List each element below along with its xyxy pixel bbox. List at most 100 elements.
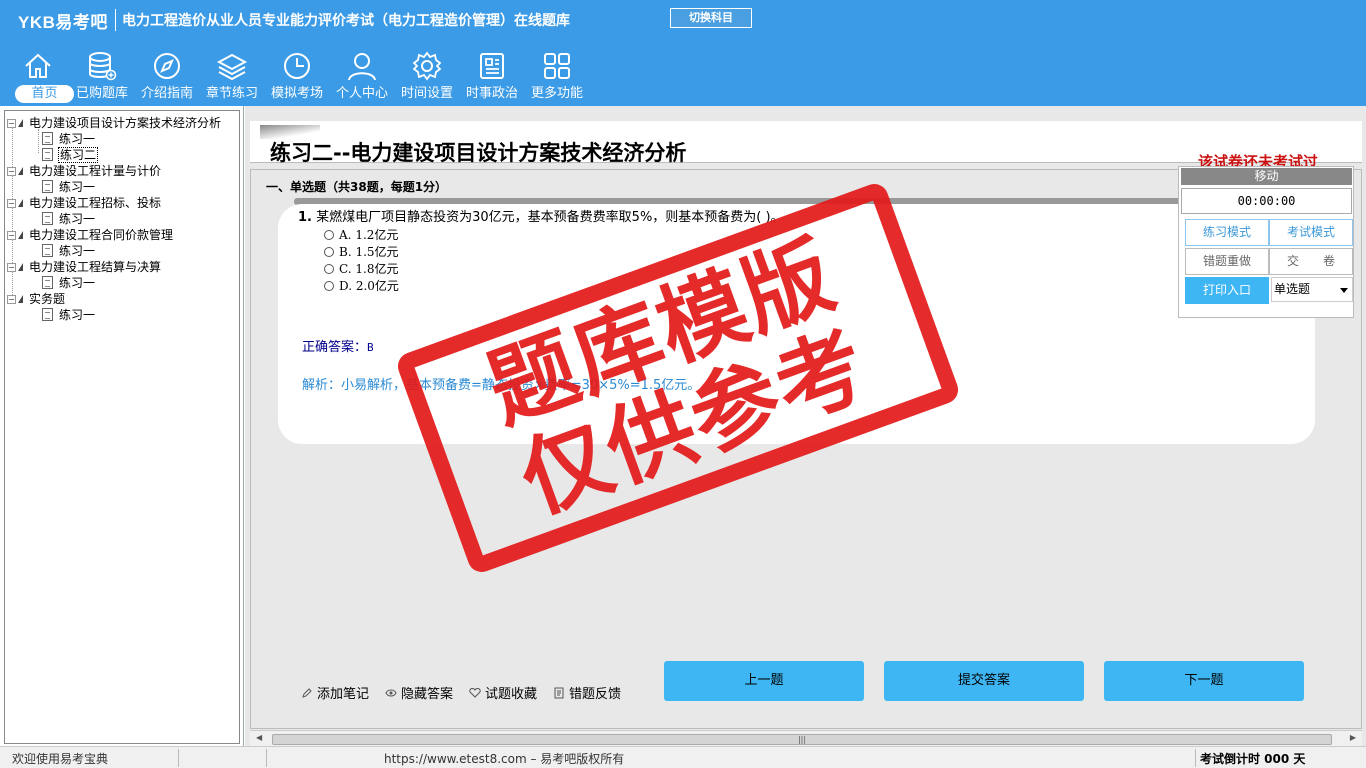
user-icon: [348, 53, 376, 81]
prev-question-button[interactable]: 上一题: [664, 661, 864, 701]
next-question-button[interactable]: 下一题: [1104, 661, 1304, 701]
heart-icon: [469, 687, 481, 698]
tree-exercise-item[interactable]: 练习一: [42, 244, 95, 258]
expanded-triangle-icon: [18, 199, 23, 207]
status-divider: [178, 749, 179, 767]
nav-profile[interactable]: 个人中心: [330, 46, 394, 106]
nav-chapters[interactable]: 章节练习: [200, 46, 264, 106]
tree-exercise-label: 练习一: [59, 276, 96, 290]
section-heading: 一、单选题（共38题，每题1分）: [266, 180, 448, 194]
exam-title: 电力工程造价从业人员专业能力评价考试（电力工程造价管理）在线题库: [122, 13, 570, 29]
question-text: 1. 某燃煤电厂项目静态投资为30亿元，基本预备费费率取5%，则基本预备费为( …: [298, 206, 784, 225]
scroll-left-icon[interactable]: ◀: [256, 733, 262, 742]
document-icon: [42, 244, 53, 257]
question-stem: 某燃煤电厂项目静态投资为30亿元，基本预备费费率取5%，则基本预备费为( )。: [316, 210, 784, 225]
nav-home[interactable]: 首页: [6, 46, 74, 106]
tree-chapter-3[interactable]: − 电力建设工程招标、投标: [7, 196, 161, 210]
tree-connector: [12, 121, 13, 301]
tree-chapter-2[interactable]: − 电力建设工程计量与计价: [7, 164, 161, 178]
expanded-triangle-icon: [18, 167, 23, 175]
welcome-text: 欢迎使用易考宝典: [12, 752, 109, 766]
exam-mode-button[interactable]: 考试模式: [1269, 219, 1353, 246]
option-b[interactable]: B. 1.5亿元: [324, 243, 399, 260]
favorite-button[interactable]: 试题收藏: [469, 683, 537, 702]
eye-icon: [385, 689, 397, 697]
tree-chapter-label: 实务题: [29, 292, 66, 306]
collapse-icon[interactable]: −: [7, 295, 16, 304]
collapse-icon[interactable]: −: [7, 231, 16, 240]
tree-exercise-label: 练习一: [59, 180, 96, 194]
radio-icon[interactable]: [324, 264, 334, 274]
clock-icon: [284, 53, 310, 79]
nav-guide[interactable]: 介绍指南: [135, 46, 199, 106]
option-text: 2.0亿元: [355, 279, 399, 293]
tree-chapter-label: 电力建设工程招标、投标: [29, 196, 162, 210]
nav-mock-exam[interactable]: 模拟考场: [265, 46, 329, 106]
scroll-right-icon[interactable]: ▶: [1350, 733, 1356, 742]
collapse-icon[interactable]: −: [7, 199, 16, 208]
redo-wrong-button[interactable]: 错题重做: [1185, 248, 1269, 275]
nav-politics[interactable]: 时事政治: [460, 46, 524, 106]
question-type-select[interactable]: 单选题: [1271, 277, 1353, 302]
option-d[interactable]: D. 2.0亿元: [324, 277, 399, 294]
tree-chapter-6[interactable]: − 实务题: [7, 292, 65, 306]
expanded-triangle-icon: [18, 263, 23, 271]
tree-chapter-label: 电力建设工程合同价款管理: [29, 228, 174, 242]
chapter-tree-frame: − 电力建设项目设计方案技术经济分析 练习一 练习二 − 电力建设工程计量与计价 练…: [4, 110, 240, 744]
switch-subject-button[interactable]: 切换科目: [670, 8, 752, 28]
tree-chapter-4[interactable]: − 电力建设工程合同价款管理: [7, 228, 173, 242]
favorite-label: 试题收藏: [485, 687, 538, 702]
horizontal-scrollbar[interactable]: ◀ ||| ▶: [250, 730, 1362, 746]
move-handle[interactable]: 移动: [1181, 168, 1352, 185]
option-a[interactable]: A. 1.2亿元: [324, 226, 398, 243]
option-key: C.: [339, 262, 352, 276]
collapse-icon[interactable]: −: [7, 119, 16, 128]
collapse-icon[interactable]: −: [7, 167, 16, 176]
tree-exercise-label: 练习二: [57, 147, 99, 163]
scrollbar-thumb[interactable]: |||: [272, 734, 1332, 745]
hand-in-button[interactable]: 交 卷: [1269, 248, 1353, 275]
collapse-icon[interactable]: −: [7, 263, 16, 272]
radio-icon[interactable]: [324, 281, 334, 291]
answer-label: 正确答案：: [302, 340, 368, 355]
option-key: B.: [339, 245, 352, 259]
tree-exercise-item[interactable]: 练习一: [42, 180, 95, 194]
document-icon: [42, 276, 53, 289]
print-button[interactable]: 打印入口: [1185, 277, 1269, 304]
tree-exercise-item-selected[interactable]: 练习二: [42, 147, 99, 163]
practice-mode-button[interactable]: 练习模式: [1185, 219, 1269, 246]
paper-title: 练习二--电力建设项目设计方案技术经济分析: [270, 141, 687, 165]
tree-exercise-item[interactable]: 练习一: [42, 308, 95, 322]
tree-exercise-item[interactable]: 练习一: [42, 132, 95, 146]
tree-chapter-label: 电力建设工程结算与决算: [29, 260, 162, 274]
tree-connector: [38, 129, 39, 153]
document-icon: [42, 308, 53, 321]
status-bar: 欢迎使用易考宝典 https://www.etest8.com – 易考吧版权所…: [0, 746, 1366, 768]
nav-time-settings-label: 时间设置: [400, 86, 453, 101]
nav-guide-label: 介绍指南: [140, 86, 193, 101]
tree-chapter-5[interactable]: − 电力建设工程结算与决算: [7, 260, 161, 274]
hide-answer-button[interactable]: 隐藏答案: [385, 683, 453, 702]
copyright-text: https://www.etest8.com – 易考吧版权所有: [384, 752, 625, 766]
feedback-icon: [554, 687, 564, 699]
document-icon: [42, 132, 53, 145]
nav-purchased-label: 已购题库: [75, 86, 128, 101]
radio-icon[interactable]: [324, 247, 334, 257]
tree-chapter-label: 电力建设项目设计方案技术经济分析: [29, 116, 222, 130]
expanded-triangle-icon: [18, 119, 23, 127]
add-note-label: 添加笔记: [317, 687, 370, 702]
main-nav: 首页 已购题库 介绍指南 章节练习 模拟考场 个人中心 时间设置 时事政治 更多…: [0, 46, 600, 106]
tree-exercise-item[interactable]: 练习一: [42, 276, 95, 290]
add-note-button[interactable]: 添加笔记: [301, 683, 369, 702]
radio-icon[interactable]: [324, 230, 334, 240]
option-key: A.: [339, 228, 352, 242]
submit-answer-button[interactable]: 提交答案: [884, 661, 1084, 701]
nav-time-settings[interactable]: 时间设置: [395, 46, 459, 106]
nav-purchased[interactable]: 已购题库: [70, 46, 134, 106]
option-c[interactable]: C. 1.8亿元: [324, 260, 399, 277]
tree-chapter-1[interactable]: − 电力建设项目设计方案技术经济分析: [7, 116, 221, 130]
nav-home-label: 首页: [15, 85, 74, 103]
tree-exercise-item[interactable]: 练习一: [42, 212, 95, 226]
report-error-button[interactable]: 错题反馈: [553, 683, 621, 702]
nav-more[interactable]: 更多功能: [525, 46, 589, 106]
